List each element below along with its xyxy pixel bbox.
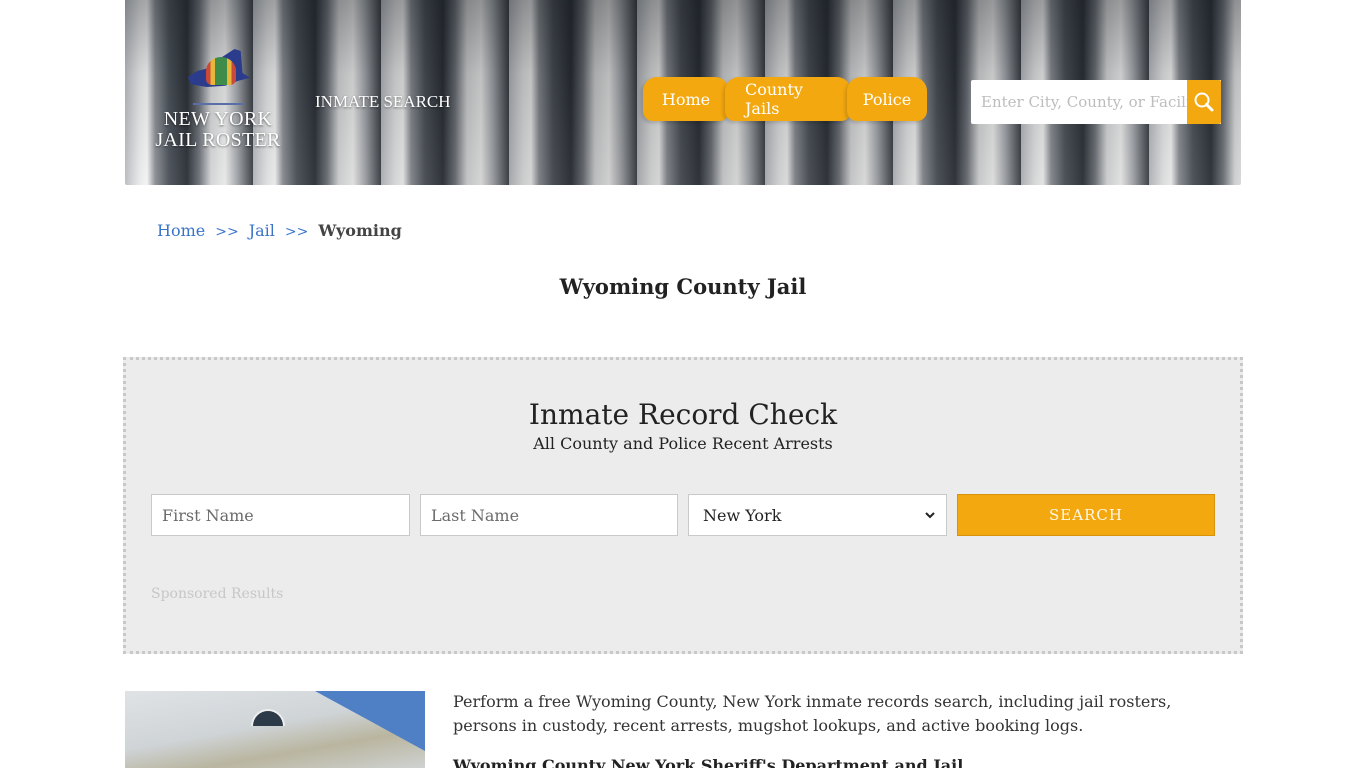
- last-name-input[interactable]: [420, 494, 678, 536]
- inmate-record-check-panel: Inmate Record Check All County and Polic…: [123, 357, 1243, 654]
- sponsored-results-label: Sponsored Results: [151, 586, 284, 602]
- breadcrumb-current: Wyoming: [318, 221, 402, 240]
- breadcrumb: Home >> Jail >> Wyoming: [157, 221, 402, 240]
- breadcrumb-home[interactable]: Home: [157, 221, 205, 240]
- breadcrumb-separator: >>: [215, 224, 239, 240]
- search-icon: [1194, 92, 1214, 112]
- logo-divider: [193, 103, 243, 105]
- sheriff-department-heading: Wyoming County New York Sheriff's Depart…: [453, 756, 964, 768]
- breadcrumb-separator: >>: [284, 224, 309, 240]
- nav-tab-home[interactable]: Home: [643, 77, 729, 121]
- nav-tab-county-jails[interactable]: County Jails: [725, 77, 851, 121]
- breadcrumb-jail[interactable]: Jail: [249, 221, 275, 240]
- courthouse-image: [125, 691, 425, 768]
- first-name-input[interactable]: [151, 494, 410, 536]
- logo-text-line1: NEW YORK: [163, 108, 273, 130]
- page-title: Wyoming County Jail: [559, 274, 807, 299]
- inmate-search-link[interactable]: INMATE SEARCH: [315, 92, 451, 112]
- new-york-state-seal-icon: [178, 45, 258, 95]
- facility-search-button[interactable]: [1187, 80, 1221, 124]
- facility-search-input[interactable]: [971, 80, 1221, 124]
- record-check-subtitle: All County and Police Recent Arrests: [533, 434, 833, 453]
- main-nav: Home County Jails Police: [643, 77, 927, 121]
- site-logo[interactable]: NEW YORK JAIL ROSTER: [153, 45, 283, 151]
- logo-text-line2: JAIL ROSTER: [155, 129, 281, 151]
- state-select-value: New York: [703, 505, 782, 525]
- state-select[interactable]: New York: [688, 494, 947, 536]
- nav-tab-police[interactable]: Police: [847, 77, 927, 121]
- record-search-button[interactable]: SEARCH: [957, 494, 1215, 536]
- chevron-down-icon: [925, 512, 935, 519]
- record-check-title: Inmate Record Check: [528, 398, 838, 431]
- header-banner: NEW YORK JAIL ROSTER INMATE SEARCH Home …: [125, 0, 1241, 185]
- intro-paragraph: Perform a free Wyoming County, New York …: [453, 692, 1172, 735]
